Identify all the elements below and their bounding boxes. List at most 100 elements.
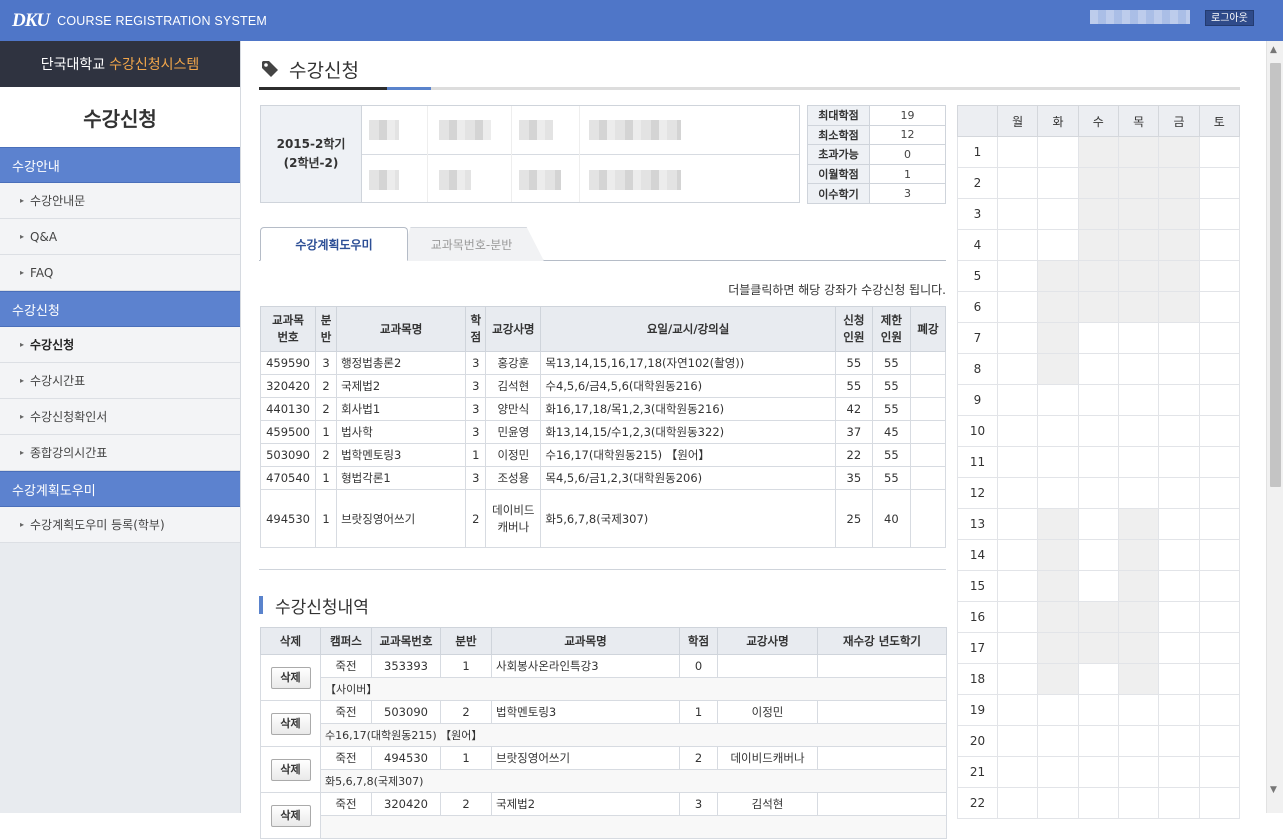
dept-label-blurred [519,120,553,140]
course-row[interactable]: 503090 2 법학멘토링3 1 이정민 수16,17(대학원동215) 【원어】 22 5… [259,443,947,467]
timetable-slot [996,167,1039,199]
timetable-slot [1037,508,1079,540]
course-cell-limit: 55 [871,374,911,398]
registration-cell-section: 1 [440,746,492,770]
delete-button[interactable]: 삭제 [270,804,311,827]
sidebar-item-label: Q&A [30,229,58,244]
vertical-scrollbar[interactable]: ▲ ▼ [1266,41,1283,813]
course-row[interactable]: 459590 3 행정법총론2 3 홍강훈 목13,14,15,16,17,18(자연10… [259,351,947,375]
course-row[interactable]: 459500 1 법사학 3 민윤영 화13,14,15/수1,2,3(대학원동322) 3… [259,420,947,444]
course-cell-code: 494530 [259,489,317,548]
timetable-slot [1158,229,1200,261]
delete-button[interactable]: 삭제 [270,758,311,781]
stat-value: 12 [869,124,946,146]
timetable-slot [1117,353,1160,385]
timetable-slot [1037,136,1079,168]
course-cell-code: 459590 [259,351,317,375]
sidebar-item[interactable]: ▸ 수강신청확인서 [0,399,240,435]
delete-button[interactable]: 삭제 [270,666,311,689]
registration-note [320,815,947,839]
registration-cell-section: 1 [440,654,492,678]
timetable-slot [1158,291,1200,323]
registration-cell-retake [817,746,947,770]
period-number: 15 [957,570,998,602]
registration-row: 삭제 죽전 320420 2 국제법2 3 김석현 [260,792,947,839]
timetable-row: 17 [957,632,1241,664]
timetable-row: 5 [957,260,1241,292]
registration-row: 삭제 죽전 494530 1 브랏징영어쓰기 2 데이비드캐버나 [260,746,947,793]
course-cell-schedule: 화5,6,7,8(국제307) [540,489,836,548]
course-row[interactable]: 320420 2 국제법2 3 김석현 수4,5,6/금4,5,6(대학원동216) 55 5… [259,374,947,398]
delete-button[interactable]: 삭제 [270,712,311,735]
course-cell-credit: 3 [465,397,487,421]
timetable-slot [1077,291,1119,323]
chevron-right-icon: ▸ [20,376,25,385]
course-cell-name: 행정법총론2 [336,351,467,375]
sidebar-item[interactable]: ▸ 수강신청 [0,327,240,363]
sidebar-section-1[interactable]: 수강신청 [0,291,240,327]
scroll-thumb[interactable] [1270,63,1281,487]
course-cell-schedule: 화13,14,15/수1,2,3(대학원동322) [540,420,836,444]
chevron-right-icon: ▸ [20,412,25,421]
timetable-row: 2 [957,167,1241,199]
timetable-slot [1077,632,1119,664]
timetable-slot [1077,229,1119,261]
sidebar-item[interactable]: ▸ 수강시간표 [0,363,240,399]
page-title-text: 수강신청 [289,59,359,82]
timetable-slot [996,415,1039,447]
logo-mark: DKU [12,10,50,31]
sidebar-item[interactable]: ▸ FAQ [0,255,240,291]
course-cell-closed [909,374,947,398]
timetable-row: 15 [957,570,1241,602]
timetable-slot [996,291,1039,323]
sidebar-title-system: 수강신청시스템 [109,57,200,73]
timetable-slot [996,694,1039,726]
timetable-slot [996,601,1039,633]
scroll-up-arrow-icon[interactable]: ▲ [1270,45,1277,55]
course-row[interactable]: 494530 1 브랏징영어쓰기 2 데이비드캐버나 화5,6,7,8(국제307) 25 4… [259,489,947,548]
dku-logo[interactable]: DKU COURSE REGISTRATION SYSTEM [12,10,267,32]
course-cell-instructor: 홍강훈 [485,351,542,375]
timetable-slot [996,725,1039,757]
tag-icon [262,61,278,77]
timetable-day-header: 금 [1158,105,1200,137]
timetable-slot [996,632,1039,664]
timetable-slot [1198,353,1241,385]
course-col-header: 신청 인원 [834,306,873,352]
sidebar-section-2[interactable]: 수강계획도우미 [0,471,240,507]
course-cell-limit: 40 [871,489,911,548]
semester-label: 2015-2학기 (2학년-2) [261,106,362,202]
sidebar-item[interactable]: ▸ 종합강의시간표 [0,435,240,471]
tab-course-number[interactable]: 교과목번호-분반 [399,227,544,261]
period-number: 17 [957,632,998,664]
credit-stats-table: 최대학점 19 최소학점 12 초과가능 0 이월학점 1 이수학기 3 [807,105,946,204]
course-cell-limit: 55 [871,351,911,375]
course-cell-instructor: 김석현 [485,374,542,398]
course-row[interactable]: 440130 2 회사법1 3 양만식 화16,17,18/목1,2,3(대학원동216)… [259,397,947,421]
status-blurred [589,170,681,190]
sidebar-item[interactable]: ▸ Q&A [0,219,240,255]
sidebar-title: 단국대학교 수강신청시스템 [0,41,240,87]
logout-button[interactable]: 로그아웃 [1205,10,1254,26]
sidebar-item[interactable]: ▸ 수강안내문 [0,183,240,219]
sidebar-section-0[interactable]: 수강안내 [0,147,240,183]
timetable-day-header: 월 [996,105,1039,137]
tab-planning-helper[interactable]: 수강계획도우미 [260,227,408,261]
period-number: 6 [957,291,998,323]
name-blurred [439,170,471,190]
timetable-slot [1037,446,1079,478]
course-row[interactable]: 470540 1 형법각론1 3 조성용 목4,5,6/금1,2,3(대학원동206) 35… [259,466,947,490]
scroll-down-arrow-icon[interactable]: ▼ [1270,785,1277,795]
period-number: 11 [957,446,998,478]
course-col-header: 제한 인원 [871,306,911,352]
period-number: 21 [957,756,998,788]
timetable-slot [1158,415,1200,447]
registration-cell-name: 법학멘토링3 [491,700,680,724]
course-cell-name: 국제법2 [336,374,467,398]
course-cell-section: 2 [315,374,338,398]
timetable-slot [996,663,1039,695]
timetable-slot [1077,260,1119,292]
course-cell-closed [909,351,947,375]
period-number: 7 [957,322,998,354]
sidebar-item[interactable]: ▸ 수강계획도우미 등록(학부) [0,507,240,543]
